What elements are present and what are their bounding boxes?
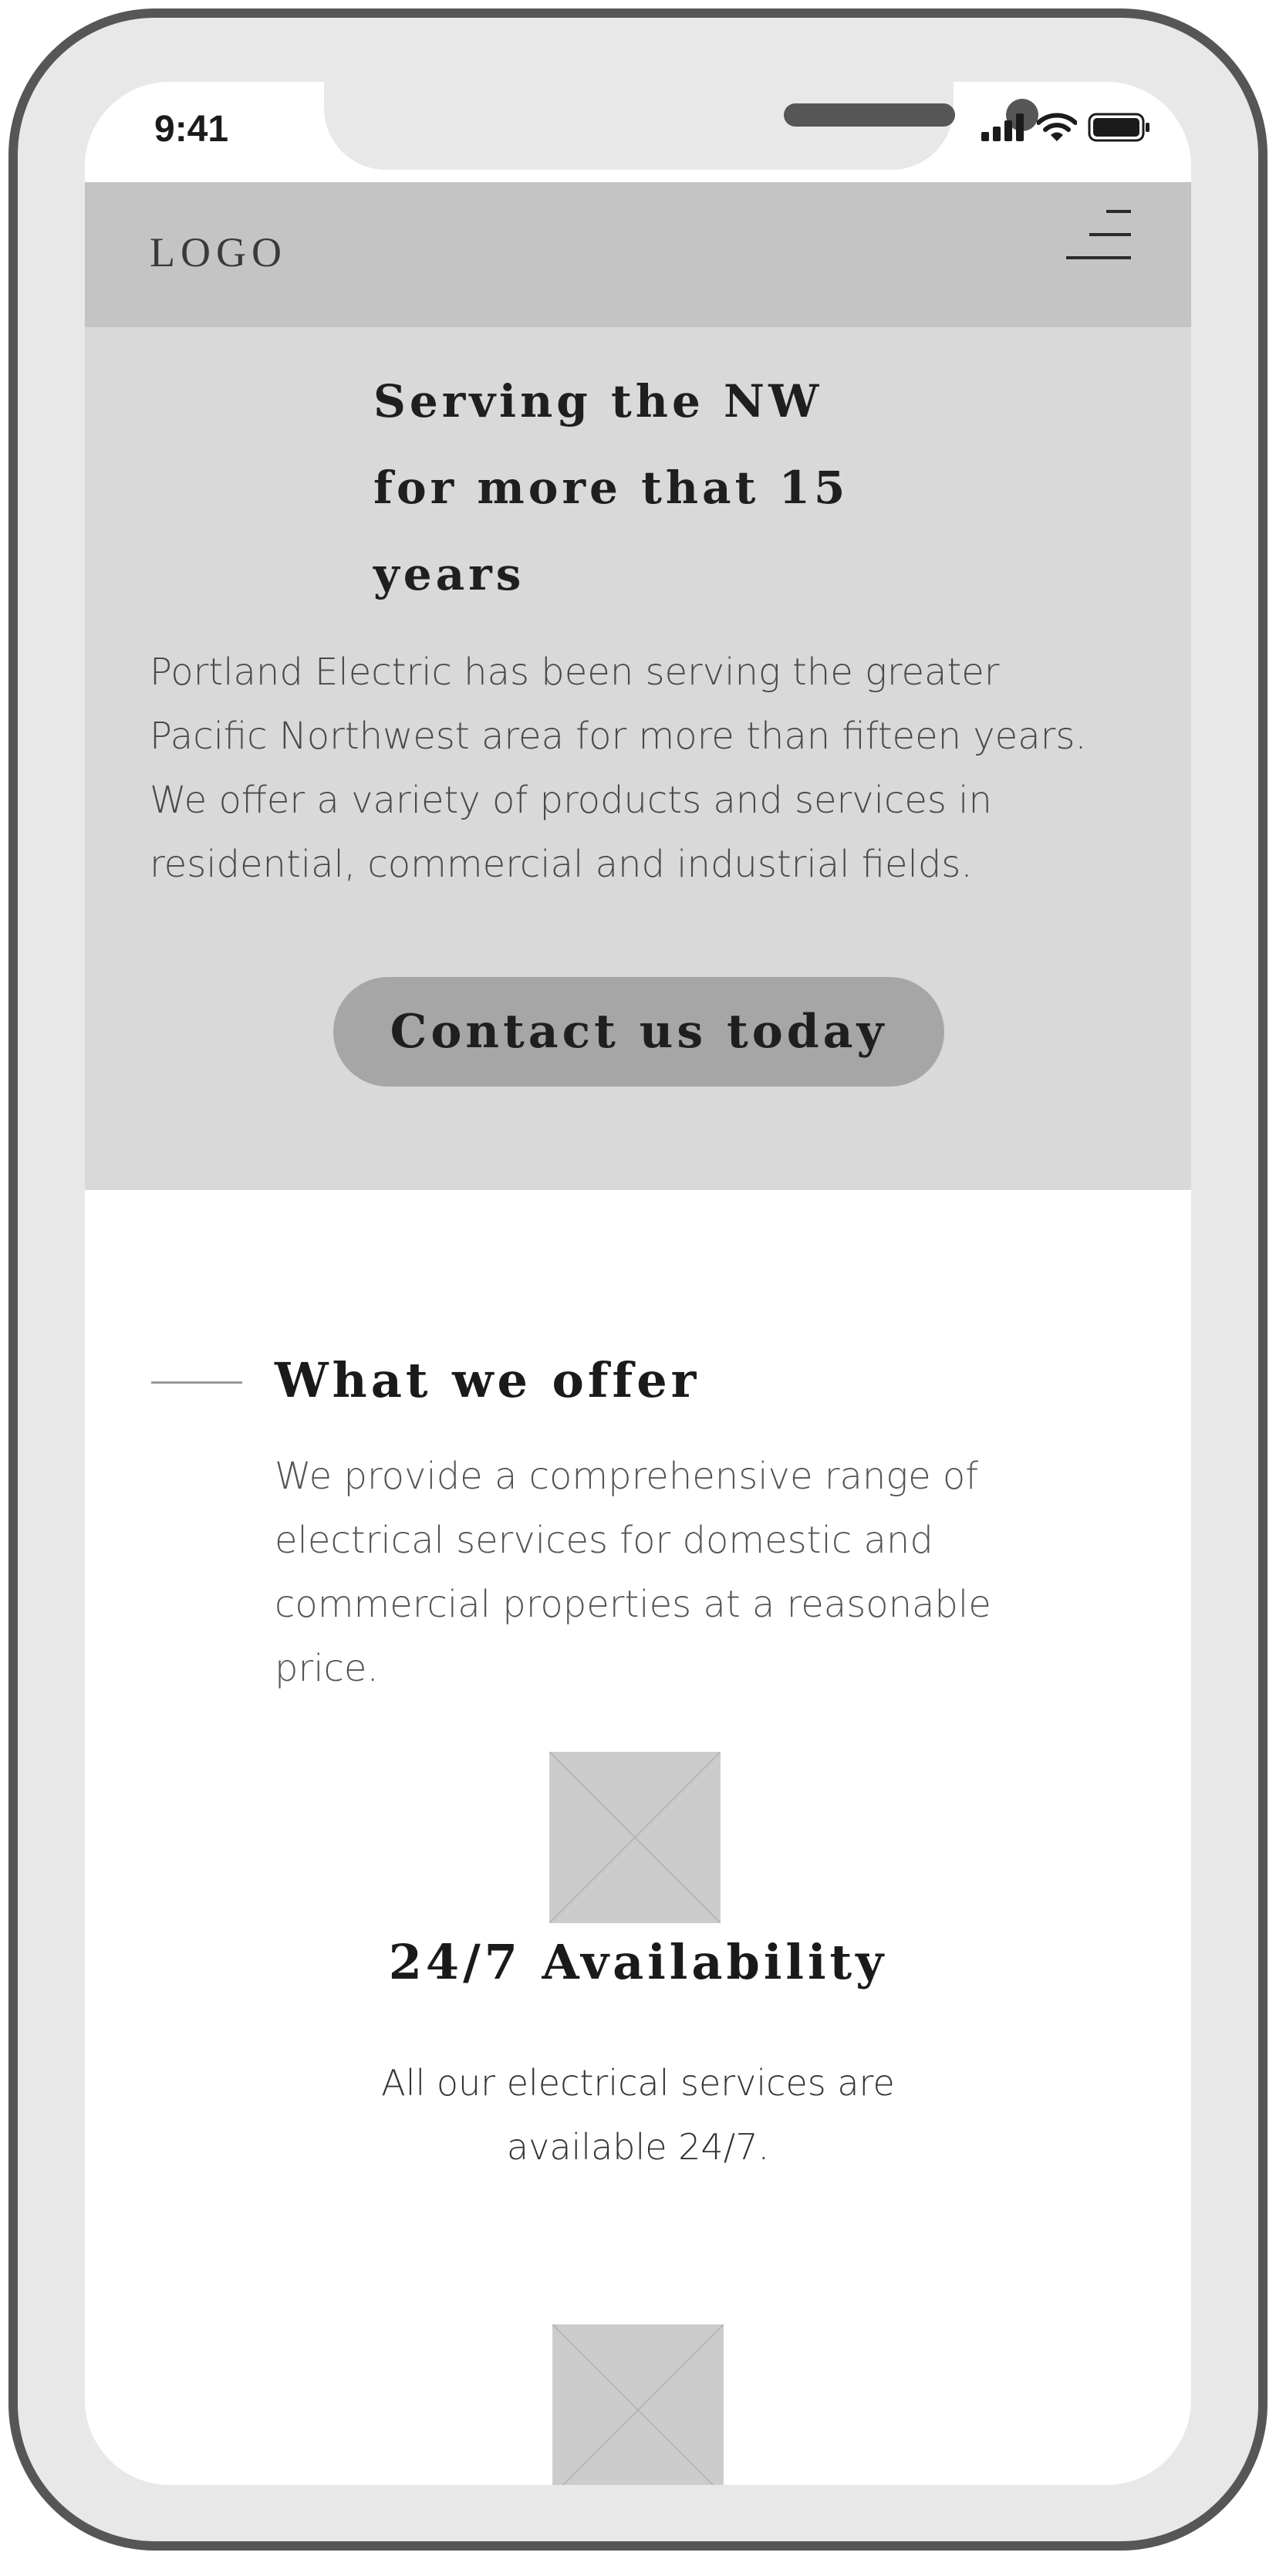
hero-description: Portland Electric has been serving the g… (150, 641, 1153, 897)
hero-title-line: for more that 15 (373, 461, 849, 514)
speaker-icon (784, 103, 955, 127)
status-icons (981, 113, 1151, 142)
hero-text-line: Pacific Northwest area for more than fif… (150, 715, 1087, 758)
logo[interactable]: LOGO (150, 228, 287, 276)
hero-text-line: residential, commercial and industrial f… (150, 843, 973, 886)
offer-text-line: electrical services for domestic and (275, 1519, 933, 1562)
hero-title-line: Serving the NW (373, 375, 823, 428)
battery-icon (1088, 113, 1149, 142)
feature-text-line: available 24/7. (506, 2126, 770, 2168)
hero-section: Serving the NW for more that 15 years Po… (85, 327, 1191, 1190)
offer-section-title: What we offer (275, 1352, 700, 1408)
feature-title: 24/7 Availability (388, 1934, 888, 1990)
hero-text-line: We offer a variety of products and servi… (150, 779, 992, 822)
hero-text-line: Portland Electric has been serving the g… (150, 651, 1000, 694)
top-nav: LOGO (85, 182, 1191, 327)
phone-screen: 9:41 LOGO Serving the NW for more that 1… (85, 82, 1191, 2485)
offer-text-line: commercial properties at a reasonable (275, 1583, 991, 1626)
status-time: 9:41 (154, 109, 229, 150)
hero-title-line: years (373, 548, 525, 600)
image-placeholder-icon (549, 1752, 721, 1923)
offer-description: We provide a comprehensive range of elec… (275, 1445, 1139, 1701)
signal-icon (981, 113, 1024, 141)
notch (324, 82, 1038, 170)
wifi-icon (1037, 113, 1077, 141)
feature-description: All our electrical services are availabl… (368, 2051, 908, 2179)
contact-us-button[interactable]: Contact us today (333, 977, 944, 1087)
image-placeholder-icon (552, 2324, 724, 2485)
section-divider (151, 1381, 242, 1384)
hero-title: Serving the NW for more that 15 years (373, 358, 913, 617)
hamburger-menu-icon[interactable] (1063, 205, 1140, 267)
offer-text-line: We provide a comprehensive range of (275, 1455, 979, 1498)
feature-text-line: All our electrical services are (381, 2062, 895, 2104)
status-bar: 9:41 (85, 82, 1191, 182)
offer-text-line: price. (275, 1647, 379, 1690)
